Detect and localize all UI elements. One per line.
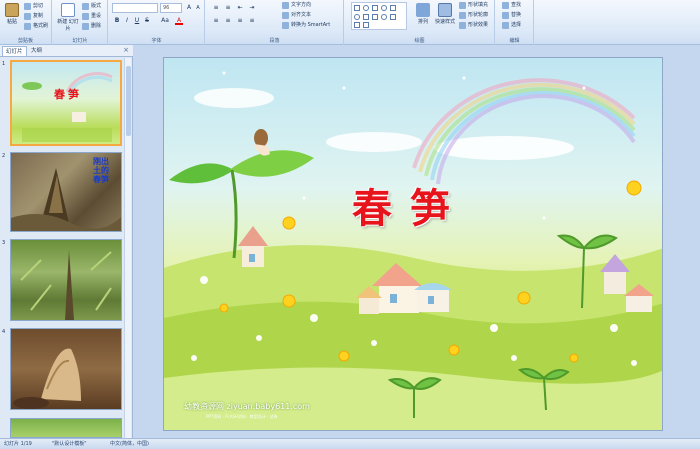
- shape-fill-button[interactable]: 形状填充: [459, 1, 488, 10]
- italic-button[interactable]: I: [123, 17, 131, 25]
- house-left: [238, 226, 268, 267]
- font-label: 字体: [151, 38, 162, 44]
- convert-smartart-button[interactable]: 转换为 SmartArt: [282, 21, 330, 30]
- slide-background-art: [164, 71, 662, 430]
- strikethrough-button[interactable]: S: [143, 17, 151, 25]
- slides-label: 幻灯片: [72, 38, 88, 44]
- align-center-button[interactable]: ≡: [224, 17, 232, 25]
- shrink-font-button[interactable]: A: [194, 4, 202, 12]
- ribbon: 粘贴 剪切 复制 格式刷 剪贴板 新建 幻灯片 版式 重设 删除 幻灯片 96 …: [0, 0, 700, 45]
- tab-outline[interactable]: 大纲: [28, 46, 45, 56]
- arrange-button[interactable]: 排列: [413, 3, 433, 33]
- thumbnail-number: 1: [2, 61, 6, 67]
- increase-indent-button[interactable]: ⇥: [248, 4, 256, 12]
- grow-font-button[interactable]: A: [185, 4, 193, 12]
- justify-button[interactable]: ≡: [248, 17, 256, 25]
- panel-scrollbar[interactable]: [124, 58, 131, 438]
- slide-workspace: 春笋 幼教资源网 ziyuan.baby611.com PPT资料 · FLAS…: [133, 45, 700, 438]
- slide-thumbnail-4[interactable]: [10, 328, 122, 410]
- thumbnail-title: 刚出土的春笋: [93, 157, 109, 184]
- paste-icon: [5, 3, 19, 17]
- arrange-icon: [416, 3, 430, 17]
- shape-outline-button[interactable]: 形状轮廓: [459, 11, 488, 20]
- scrollbar-thumb[interactable]: [126, 66, 131, 136]
- delete-button[interactable]: 删除: [82, 22, 101, 31]
- font-size-field[interactable]: 96: [160, 3, 182, 13]
- status-bar: 幻灯片 1/19 "默认设计模板" 中文(简体，中国): [0, 438, 700, 449]
- copy-button[interactable]: 复制: [24, 12, 43, 21]
- slide-counter: 幻灯片 1/19: [4, 441, 32, 447]
- change-case-button[interactable]: Aa: [159, 17, 171, 25]
- underline-button[interactable]: U: [133, 17, 141, 25]
- slide-thumbnail-2[interactable]: 刚出土的春笋: [10, 152, 122, 232]
- slide-canvas[interactable]: 春笋 幼教资源网 ziyuan.baby611.com PPT资料 · FLAS…: [163, 57, 663, 431]
- tab-slides[interactable]: 幻灯片: [2, 46, 27, 56]
- new-slide-button[interactable]: 新建 幻灯片: [57, 3, 79, 33]
- text-direction-button[interactable]: 文字方向: [282, 1, 311, 10]
- font-group: 96 A A B I U S Aa A 字体: [109, 0, 205, 45]
- paragraph-group: ≡ ≡ ⇤ ⇥ ≡ ≡ ≡ ≡ 文字方向 对齐文本 转换为 SmartArt 段…: [206, 0, 344, 45]
- align-text-button[interactable]: 对齐文本: [282, 11, 311, 20]
- format-painter-button[interactable]: 格式刷: [24, 22, 48, 31]
- slide-thumbnail-1[interactable]: 春笋: [10, 60, 122, 146]
- select-button[interactable]: 选择: [502, 21, 521, 30]
- shapes-gallery[interactable]: [351, 2, 407, 30]
- editing-group: 查找 替换 选择 编辑: [496, 0, 534, 45]
- thumbnail-3-photo: [20, 250, 112, 320]
- paragraph-label: 段落: [269, 38, 280, 44]
- editing-label: 编辑: [509, 38, 520, 44]
- shape-effects-button[interactable]: 形状效果: [459, 21, 488, 30]
- new-slide-icon: [61, 3, 75, 17]
- watermark-text: 幼教资源网 ziyuan.baby611.com: [184, 402, 310, 411]
- language-indicator: 中文(简体，中国): [110, 441, 149, 447]
- bold-button[interactable]: B: [113, 17, 121, 25]
- thumbnail-1-scene: [22, 72, 113, 142]
- bullets-button[interactable]: ≡: [212, 4, 220, 12]
- paste-button[interactable]: 粘贴: [2, 3, 22, 33]
- thumbnail-4-photo: [13, 348, 81, 409]
- decrease-indent-button[interactable]: ⇤: [236, 4, 244, 12]
- quick-styles-icon: [438, 3, 452, 17]
- numbering-button[interactable]: ≡: [224, 4, 232, 12]
- slide-thumbnail-3[interactable]: [10, 239, 122, 321]
- thumbnail-number: 2: [2, 153, 6, 159]
- font-color-button[interactable]: A: [175, 17, 183, 25]
- clipboard-label: 剪贴板: [17, 38, 33, 44]
- theme-name: "默认设计模板": [52, 441, 87, 447]
- align-right-button[interactable]: ≡: [236, 17, 244, 25]
- thumbnail-number: 3: [2, 240, 6, 246]
- clipboard-group: 粘贴 剪切 复制 格式刷 剪贴板: [0, 0, 52, 45]
- watermark-subtext: PPT资料 · FLASH资料 · 教案设计 · 试卷: [206, 414, 278, 419]
- slide-title[interactable]: 春笋: [352, 176, 468, 234]
- quick-styles-button[interactable]: 快速样式: [433, 3, 457, 33]
- panel-tabs: 幻灯片 大纲 ×: [0, 45, 133, 57]
- close-icon[interactable]: ×: [123, 46, 129, 54]
- drawing-group: 排列 快速样式 形状填充 形状轮廓 形状效果 绘图: [345, 0, 495, 45]
- slide-thumbnail-5[interactable]: [10, 418, 122, 438]
- slides-group: 新建 幻灯片 版式 重设 删除 幻灯片: [53, 0, 108, 45]
- find-button[interactable]: 查找: [502, 1, 521, 10]
- font-name-field[interactable]: [112, 3, 158, 13]
- layout-button[interactable]: 版式: [82, 2, 101, 11]
- replace-button[interactable]: 替换: [502, 11, 521, 20]
- reset-button[interactable]: 重设: [82, 12, 101, 21]
- slides-panel: 幻灯片 大纲 × 1 春笋 2 刚出土的春笋 3 4: [0, 45, 133, 438]
- align-left-button[interactable]: ≡: [212, 17, 220, 25]
- thumbnail-title: 春笋: [54, 88, 82, 101]
- thumbnail-number: 4: [2, 329, 6, 335]
- cut-button[interactable]: 剪切: [24, 2, 43, 11]
- drawing-label: 绘图: [414, 38, 425, 44]
